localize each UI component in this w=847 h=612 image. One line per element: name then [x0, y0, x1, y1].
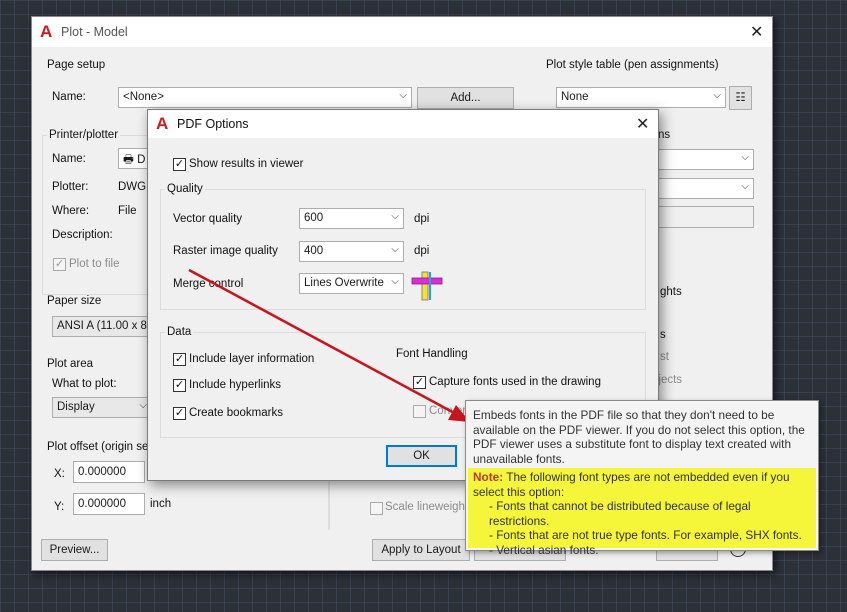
tooltip-description: Embeds fonts in the PDF file so that the…	[473, 408, 805, 466]
note-text: The following font types are not embedde…	[473, 470, 790, 499]
note-label: Note:	[473, 470, 504, 484]
tooltip-bullet: - Fonts that cannot be distributed becau…	[489, 499, 751, 528]
tooltip-bullet: - Fonts that are not true type fonts. Fo…	[489, 528, 802, 542]
tooltip-note-heading: Note: The following font types are not e…	[473, 470, 811, 499]
tooltip-note: Note: The following font types are not e…	[468, 468, 816, 557]
capture-fonts-tooltip: Embeds fonts in the PDF file so that the…	[465, 400, 819, 557]
tooltip-bullet: - Vertical asian fonts.	[489, 542, 599, 557]
